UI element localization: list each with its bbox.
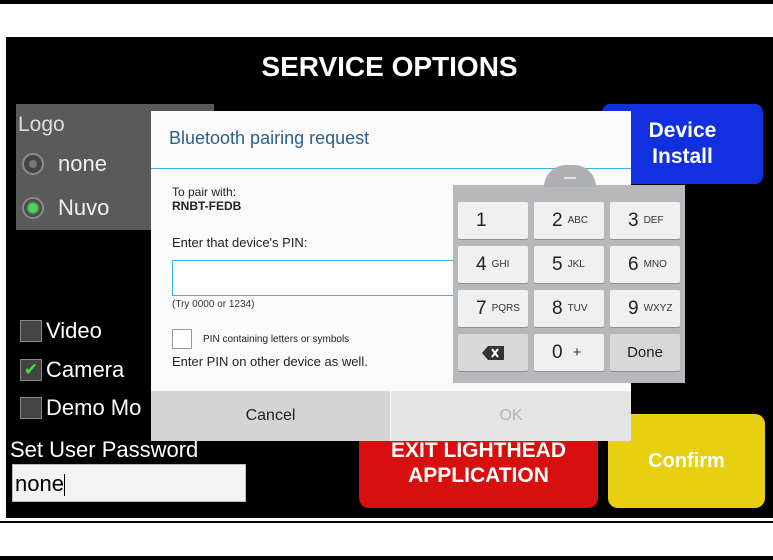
checkbox-box[interactable] <box>20 397 42 419</box>
ok-button[interactable]: OK <box>391 391 631 441</box>
pin-input[interactable] <box>172 260 472 296</box>
radio-label: none <box>58 151 107 176</box>
key-8[interactable]: 8 TUV <box>534 290 604 327</box>
key-6[interactable]: 6 MNO <box>610 246 680 283</box>
device-install-line1: Device <box>648 119 717 142</box>
logo-label: Logo <box>18 113 65 136</box>
pair-with-label: To pair with: <box>172 185 237 199</box>
alnum-pin-checkbox[interactable] <box>172 329 192 349</box>
radio-button[interactable] <box>22 153 44 175</box>
key-9[interactable]: 9 WXYZ <box>610 290 680 327</box>
cancel-button[interactable]: Cancel <box>151 391 390 441</box>
enter-on-other-device-text: Enter PIN on other device as well. <box>172 354 368 369</box>
key-0[interactable]: 0 + <box>534 334 604 371</box>
key-2[interactable]: 2 ABC <box>534 202 604 239</box>
key-1[interactable]: 1 <box>458 202 528 239</box>
key-done[interactable]: Done <box>610 334 680 371</box>
enter-pin-label: Enter that device's PIN: <box>172 235 308 250</box>
checkbox-label: Demo Mo <box>46 395 142 420</box>
key-5[interactable]: 5 JKL <box>534 246 604 283</box>
checkbox-label: Video <box>46 318 102 343</box>
top-frame-bar <box>0 0 773 4</box>
dialog-title: Bluetooth pairing request <box>169 128 370 148</box>
checkbox-demo-mode[interactable]: Demo Mo <box>20 395 141 421</box>
bottom-frame-bar <box>0 556 773 560</box>
exit-line2: APPLICATION <box>408 464 549 487</box>
radio-button[interactable] <box>22 197 44 219</box>
radio-label: Nuvo <box>58 195 110 220</box>
radio-option-none[interactable]: none <box>22 151 107 177</box>
password-input[interactable]: none <box>12 464 246 502</box>
numeric-keypad: 1 2 ABC 3 DEF 4 GHI 5 JKL 6 MNO 7 PQRS 8 TUV 9W… <box>453 165 685 383</box>
checkbox-box[interactable] <box>20 320 42 342</box>
key-3[interactable]: 3 DEF <box>610 202 680 239</box>
service-options-screen: SERVICE OPTIONS Logo none Nuvo Device In… <box>6 37 773 518</box>
key-7[interactable]: 7 PQRS <box>458 290 528 327</box>
backspace-icon <box>482 345 504 360</box>
bottom-frame-line <box>0 521 773 523</box>
pin-hint: (Try 0000 or 1234) <box>172 299 255 310</box>
key-backspace[interactable] <box>458 334 528 371</box>
checkbox-label: Camera <box>46 357 125 382</box>
device-name: RNBT-FEDB <box>172 199 242 213</box>
alnum-pin-label: PIN containing letters or symbols <box>203 334 350 345</box>
key-4[interactable]: 4 GHI <box>458 246 528 283</box>
page-title: SERVICE OPTIONS <box>261 51 518 82</box>
password-value: none <box>15 471 64 496</box>
radio-option-nuvo[interactable]: Nuvo <box>22 195 109 221</box>
exit-line1: EXIT LIGHTHEAD <box>390 439 566 462</box>
checkmark-icon: ✔ <box>23 360 39 379</box>
checkbox-video[interactable]: Video <box>20 318 102 344</box>
checkbox-camera[interactable]: ✔ Camera <box>20 357 124 383</box>
checkbox-box[interactable]: ✔ <box>20 359 42 381</box>
grip-icon <box>564 177 576 179</box>
device-install-line2: Install <box>652 145 713 168</box>
confirm-button[interactable]: Confirm <box>608 414 765 508</box>
